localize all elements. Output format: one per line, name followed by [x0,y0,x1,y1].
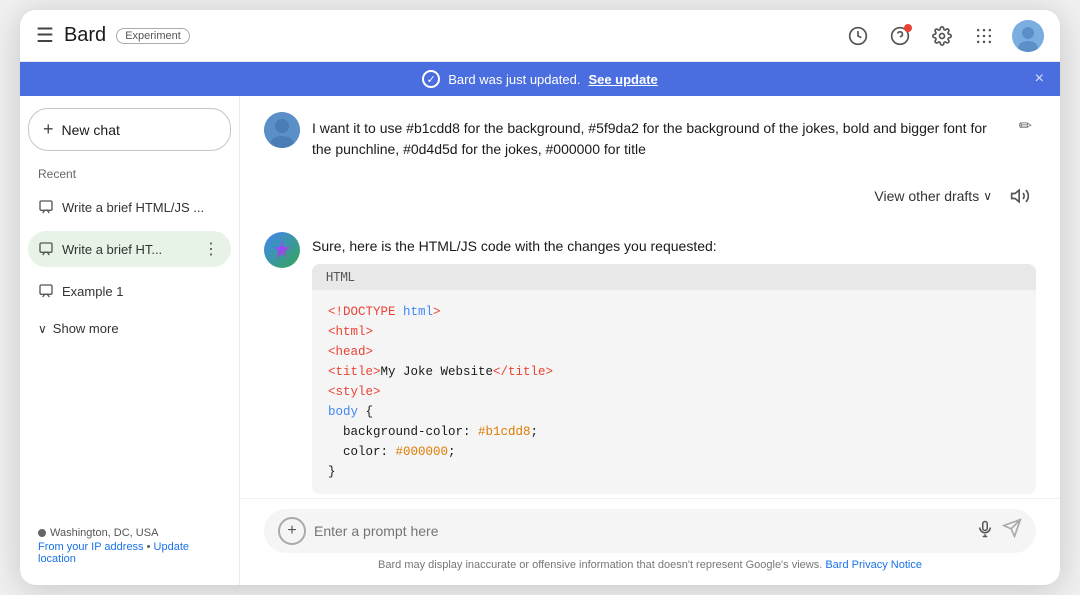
location-text: Washington, DC, USA [50,527,158,539]
input-row: + [264,509,1036,553]
header-left: ☰ Bard Experiment [36,23,844,48]
view-drafts-label: View other drafts [874,188,979,204]
mic-icon[interactable] [976,520,994,543]
banner-close-button[interactable]: × [1035,70,1044,88]
main-area: + New chat Recent Write a brief HTML/JS … [20,96,1060,585]
drafts-row: View other drafts ∨ [264,176,1036,216]
experiment-badge: Experiment [116,28,190,44]
chat-area: I want it to use #b1cdd8 for the backgro… [240,96,1060,585]
code-header: HTML [312,264,1036,290]
user-avatar[interactable] [1012,20,1044,52]
chat-icon-3 [38,283,54,299]
sidebar-item-1-text: Write a brief HTML/JS ... [62,200,221,215]
sidebar-item-2[interactable]: Write a brief HT... ⋮ [28,231,231,267]
new-chat-label: New chat [62,122,120,138]
code-line-4: <title>My Joke Website</title> [328,362,1020,382]
code-line-8: color: #000000; [328,442,1020,462]
sidebar-footer: Washington, DC, USA From your IP address… [28,519,231,573]
bard-avatar [264,232,300,268]
chat-icon-2 [38,241,54,257]
sidebar-item-3[interactable]: Example 1 [28,275,231,307]
see-update-link[interactable]: See update [588,72,657,87]
sidebar-item-2-text: Write a brief HT... [62,242,193,257]
app-window: ☰ Bard Experiment [20,10,1060,585]
disclaimer-text: Bard may display inaccurate or offensive… [378,559,822,571]
update-banner: ✓ Bard was just updated. See update × [20,62,1060,96]
header: ☰ Bard Experiment [20,10,1060,62]
code-line-5: <style> [328,382,1020,402]
code-line-6: body { [328,402,1020,422]
bard-message: Sure, here is the HTML/JS code with the … [264,232,1036,494]
privacy-link[interactable]: Bard Privacy Notice [825,559,922,571]
disclaimer: Bard may display inaccurate or offensive… [264,553,1036,579]
help-icon[interactable] [886,22,914,50]
send-button[interactable] [1002,518,1022,544]
sidebar-item-1[interactable]: Write a brief HTML/JS ... [28,191,231,223]
code-line-1: <!DOCTYPE html> [328,302,1020,322]
location-row: Washington, DC, USA [38,527,221,539]
user-message-avatar [264,112,300,148]
banner-check-icon: ✓ [422,70,440,88]
code-line-3: <head> [328,342,1020,362]
history-icon[interactable] [844,22,872,50]
ip-row: From your IP address • Update location [38,541,221,565]
chat-messages: I want it to use #b1cdd8 for the backgro… [240,96,1060,498]
code-line-9: } [328,462,1020,482]
chevron-down-icon: ∨ [38,322,47,336]
user-message-text: I want it to use #b1cdd8 for the backgro… [312,112,1003,160]
app-logo: Bard [64,24,106,47]
sidebar: + New chat Recent Write a brief HTML/JS … [20,96,240,585]
ip-link[interactable]: From your IP address [38,541,144,553]
sidebar-item-2-menu[interactable]: ⋮ [201,239,221,259]
edit-icon[interactable]: ✏ [1015,112,1036,140]
apps-icon[interactable] [970,22,998,50]
hamburger-icon[interactable]: ☰ [36,23,54,48]
code-block: HTML <!DOCTYPE html> <html> <head> <titl… [312,264,1036,494]
location-dot-icon [38,529,46,537]
new-chat-button[interactable]: + New chat [28,108,231,151]
chevron-down-icon: ∨ [983,189,992,203]
show-more-label: Show more [53,321,119,336]
input-area: + [240,498,1060,585]
bard-content: Sure, here is the HTML/JS code with the … [312,232,1036,494]
user-message: I want it to use #b1cdd8 for the backgro… [264,112,1036,160]
chat-icon-1 [38,199,54,215]
separator: • [147,541,154,553]
view-drafts-button[interactable]: View other drafts ∨ [874,188,992,204]
recent-label: Recent [28,159,231,183]
code-line-2: <html> [328,322,1020,342]
banner-text: Bard was just updated. [448,72,580,87]
plus-icon: + [43,119,54,140]
show-more-button[interactable]: ∨ Show more [28,315,231,342]
speaker-icon[interactable] [1004,180,1036,212]
code-body: <!DOCTYPE html> <html> <head> <title>My … [312,290,1036,494]
settings-icon[interactable] [928,22,956,50]
bard-intro-text: Sure, here is the HTML/JS code with the … [312,232,1036,254]
notification-dot [904,24,912,32]
code-line-7: background-color: #b1cdd8; [328,422,1020,442]
prompt-input[interactable] [314,523,968,539]
add-button[interactable]: + [278,517,306,545]
header-right [844,20,1044,52]
sidebar-item-3-text: Example 1 [62,284,221,299]
